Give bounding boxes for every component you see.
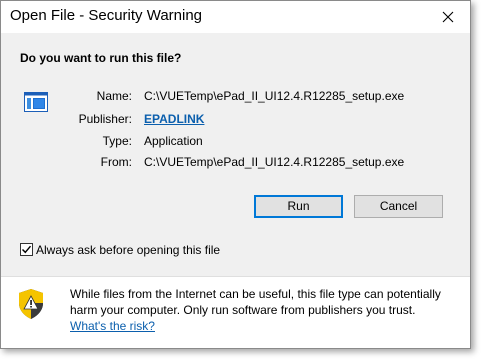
dialog-body: Do you want to run this file? Name: C:\V…	[1, 33, 470, 276]
window-title: Open File - Security Warning	[10, 7, 203, 24]
name-value: C:\VUETemp\ePad_II_UI12.4.R12285_setup.e…	[144, 89, 405, 103]
warning-text: While files from the Internet can be use…	[70, 287, 441, 317]
name-label: Name:	[96, 89, 132, 103]
dialog-question: Do you want to run this file?	[20, 51, 182, 65]
from-value: C:\VUETemp\ePad_II_UI12.4.R12285_setup.e…	[144, 155, 405, 169]
type-value: Application	[144, 134, 203, 148]
publisher-link[interactable]: EPADLINK	[144, 112, 204, 126]
checkmark-icon	[22, 245, 32, 254]
from-label: From:	[100, 155, 132, 169]
cancel-button[interactable]: Cancel	[354, 195, 443, 218]
warning-shield-icon	[19, 289, 43, 319]
run-button[interactable]: Run	[254, 195, 343, 218]
close-icon	[442, 11, 454, 23]
security-warning-dialog: Open File - Security Warning Do you want…	[0, 0, 471, 349]
whats-the-risk-link[interactable]: What's the risk?	[70, 319, 155, 333]
publisher-label: Publisher:	[78, 112, 132, 126]
close-button[interactable]	[434, 4, 462, 30]
title-bar: Open File - Security Warning	[1, 1, 470, 33]
type-label: Type:	[102, 134, 132, 148]
warning-message: While files from the Internet can be use…	[70, 286, 460, 334]
warning-footer: While files from the Internet can be use…	[1, 277, 470, 348]
always-ask-checkbox[interactable]	[20, 243, 33, 256]
always-ask-label[interactable]: Always ask before opening this file	[36, 243, 220, 257]
